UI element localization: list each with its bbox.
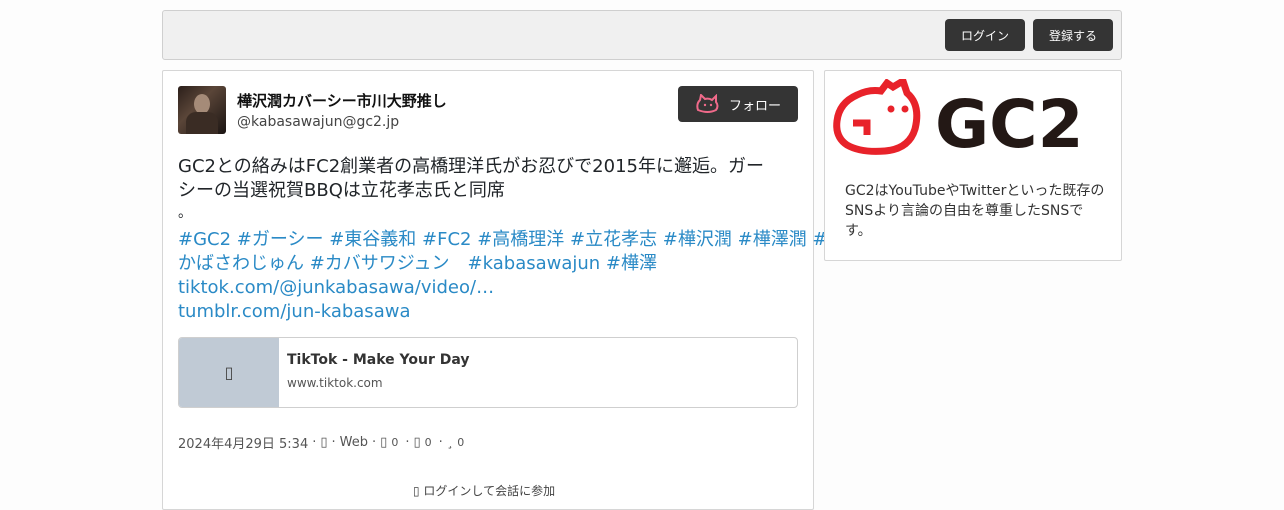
favourite-count: 0	[457, 436, 465, 449]
logo-text: GC2	[935, 86, 1084, 157]
link-preview-domain: www.tiktok.com	[287, 376, 383, 390]
avatar[interactable]	[178, 86, 226, 134]
hashtag-line[interactable]: かばさわじゅん #カバサワジュン #kabasawajun #樺澤	[178, 252, 803, 276]
login-button[interactable]: ログイン	[945, 19, 1025, 51]
account-handle[interactable]: @kabasawajun@gc2.jp	[237, 114, 399, 130]
boost-count: 0	[424, 436, 432, 449]
cat-icon	[695, 94, 721, 114]
globe-icon: ▯	[320, 435, 328, 450]
reply-icon[interactable]: ▯	[380, 435, 387, 450]
top-navbar: ログイン 登録する	[162, 10, 1122, 60]
reply-count: 0	[391, 436, 399, 449]
post-text-line: GC2との絡みはFC2創業者の高橋理洋氏がお忍びで2015年に邂逅。ガー	[178, 156, 764, 177]
link-preview-card[interactable]: ▯ TikTok - Make Your Day www.tiktok.com	[178, 337, 798, 408]
follow-button[interactable]: フォロー	[678, 86, 798, 122]
file-icon: ▯	[179, 338, 279, 407]
post-card: 樺沢潤カバーシー市川大野推し @kabasawajun@gc2.jp フォロー …	[162, 70, 828, 510]
tiktok-link[interactable]: tiktok.com/@junkabasawa/video/…	[178, 276, 803, 300]
favourite-icon[interactable]: ¸	[447, 435, 454, 450]
follow-label: フォロー	[728, 98, 781, 114]
link-preview-title: TikTok - Make Your Day	[287, 352, 470, 368]
post-text-line: 。	[178, 205, 192, 221]
hashtag-line[interactable]: #GC2 #ガーシー #東谷義和 #FC2 #高橋理洋 #立花孝志 #樺沢潤 #…	[178, 228, 828, 252]
client-name: Web	[339, 435, 369, 450]
post-text: GC2との絡みはFC2創業者の高橋理洋氏がお忍びで2015年に邂逅。ガー シーの…	[178, 155, 803, 223]
server-description: GC2はYouTubeやTwitterといった既存のSNSより言論の自由を尊重し…	[845, 183, 1105, 239]
sign-in-icon: ▯	[413, 484, 420, 498]
server-info-panel: GC2 GC2はYouTubeやTwitterといった既存のSNSより言論の自由…	[824, 70, 1122, 261]
register-button[interactable]: 登録する	[1033, 19, 1113, 51]
display-name[interactable]: 樺沢潤カバーシー市川大野推し	[237, 90, 447, 111]
tumblr-link[interactable]: tumblr.com/jun-kabasawa	[178, 300, 803, 324]
gc2-logo[interactable]: GC2	[833, 79, 1115, 157]
post-meta: 2024年4月29日 5:34 · ▯ · Web · ▯ 0 · ▯ 0 · …	[178, 433, 465, 452]
hashtags-and-links: #GC2 #ガーシー #東谷義和 #FC2 #高橋理洋 #立花孝志 #樺沢潤 #…	[178, 228, 828, 324]
post-text-line: シーの当選祝賀BBQは立花孝志氏と同席	[178, 180, 505, 201]
post-timestamp[interactable]: 2024年4月29日 5:34	[178, 433, 308, 452]
boost-icon[interactable]: ▯	[413, 435, 420, 450]
